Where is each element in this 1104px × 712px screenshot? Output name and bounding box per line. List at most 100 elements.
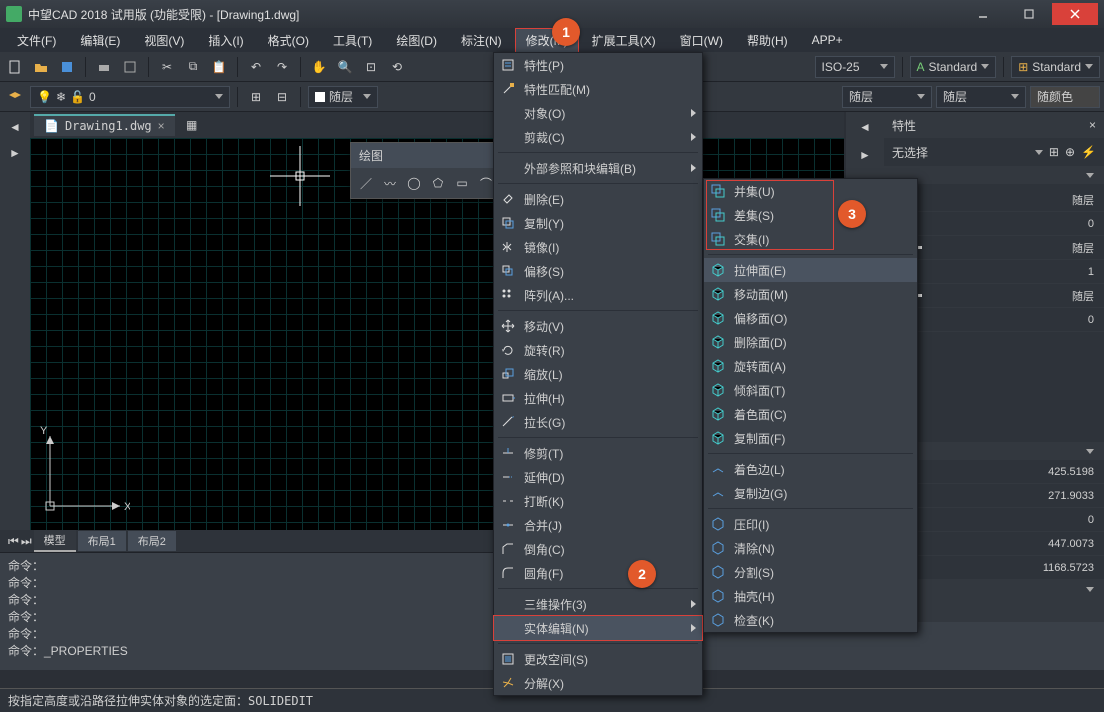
menu-item[interactable]: 差集(S) [704,203,917,227]
menu-item[interactable]: 清除(N) [704,536,917,560]
menu-5[interactable]: 工具(T) [322,28,383,53]
copy-icon[interactable]: ⧉ [182,56,204,78]
menu-item[interactable]: 剪裁(C) [494,125,702,149]
menu-item[interactable]: 实体编辑(N) [494,616,702,640]
pan-left-icon[interactable]: ◄ [854,116,876,138]
new-icon[interactable] [4,56,26,78]
layout-tab-2[interactable]: 布局2 [128,531,176,551]
menu-item[interactable]: 倒角(C) [494,537,702,561]
menu-item[interactable]: 分割(S) [704,560,917,584]
close-tab-icon[interactable]: × [158,119,165,133]
paste-icon[interactable]: 📋 [208,56,230,78]
zoom-icon[interactable]: 🔍 [334,56,356,78]
menu-item[interactable]: 阵列(A)... [494,283,702,307]
pan-right-icon[interactable]: ► [854,144,876,166]
cut-icon[interactable]: ✂ [156,56,178,78]
print-icon[interactable] [93,56,115,78]
layout-tab-0[interactable]: 模型 [34,530,76,552]
quickselect-icon[interactable]: ⊞ [1049,145,1059,159]
layer-tools2-icon[interactable]: ⊟ [271,86,293,108]
arrow-right-icon[interactable]: ► [4,142,26,164]
menu-item[interactable]: 打断(K) [494,489,702,513]
open-icon[interactable] [30,56,52,78]
menu-item[interactable]: 拉长(G) [494,410,702,434]
menu-item[interactable]: 延伸(D) [494,465,702,489]
preview-icon[interactable] [119,56,141,78]
menu-item[interactable]: 复制(Y) [494,211,702,235]
line-icon[interactable]: ／ [355,172,377,194]
new-tab-icon[interactable]: ▦ [181,114,203,136]
menu-item[interactable]: 旋转面(A) [704,354,917,378]
menu-0[interactable]: 文件(F) [6,28,67,53]
panel-close-icon[interactable]: × [1089,118,1096,132]
tab-arrow-left-icon[interactable]: ⏮ [8,534,19,549]
menu-item[interactable]: 分解(X) [494,671,702,695]
menu-item[interactable]: 移动(V) [494,314,702,338]
menu-item[interactable]: 倾斜面(T) [704,378,917,402]
zoom-window-icon[interactable]: ⊡ [360,56,382,78]
layer-icon[interactable] [4,86,26,108]
menu-2[interactable]: 视图(V) [133,28,195,53]
menu-item[interactable]: 旋转(R) [494,338,702,362]
menu-item[interactable]: 交集(I) [704,227,917,251]
menu-item[interactable]: 偏移面(O) [704,306,917,330]
dim-style-combo[interactable]: ISO-25 [815,56,895,78]
pickadd-icon[interactable]: ⊕ [1065,145,1075,159]
menu-item[interactable]: 拉伸(H) [494,386,702,410]
menu-item[interactable]: 修剪(T) [494,441,702,465]
menu-item[interactable]: 特性匹配(M) [494,77,702,101]
polygon-icon[interactable]: ⬠ [427,172,449,194]
menu-item[interactable]: 特性(P) [494,53,702,77]
menu-item[interactable]: 删除(E) [494,187,702,211]
menu-9[interactable]: 扩展工具(X) [581,28,667,53]
selection-combo[interactable]: 无选择 [892,144,1029,161]
redo-icon[interactable]: ↷ [271,56,293,78]
menu-item[interactable]: 复制面(F) [704,426,917,450]
menu-item[interactable]: 并集(U) [704,179,917,203]
chevron-down-icon[interactable] [1035,150,1043,155]
maximize-button[interactable] [1006,3,1052,25]
lightning-icon[interactable]: ⚡ [1081,145,1096,159]
color-combo[interactable]: 随层 [308,86,378,108]
menu-item[interactable]: 镜像(I) [494,235,702,259]
menu-item[interactable]: 压印(I) [704,512,917,536]
minimize-button[interactable] [960,3,1006,25]
undo-icon[interactable]: ↶ [245,56,267,78]
menu-item[interactable]: 着色面(C) [704,402,917,426]
save-icon[interactable] [56,56,78,78]
menu-item[interactable]: 更改空间(S) [494,647,702,671]
lineweight-combo[interactable]: 随层 [936,86,1026,108]
draw-toolbar-title[interactable]: 绘图 [351,143,509,168]
pan-icon[interactable]: ✋ [308,56,330,78]
zoom-prev-icon[interactable]: ⟲ [386,56,408,78]
draw-toolbar[interactable]: 绘图 ／ 〰 ◯ ⬠ ▭ ⌒ [350,142,510,199]
menu-4[interactable]: 格式(O) [257,28,320,53]
text-style-combo[interactable]: AStandard [910,56,997,78]
menu-item[interactable]: 抽壳(H) [704,584,917,608]
menu-6[interactable]: 绘图(D) [385,28,448,53]
layer-tools-icon[interactable]: ⊞ [245,86,267,108]
polyline-icon[interactable]: 〰 [379,172,401,194]
menu-7[interactable]: 标注(N) [450,28,513,53]
circle-icon[interactable]: ◯ [403,172,425,194]
rect-icon[interactable]: ▭ [451,172,473,194]
menu-item[interactable]: 删除面(D) [704,330,917,354]
menu-item[interactable]: 对象(O) [494,101,702,125]
arrow-left-icon[interactable]: ◄ [4,116,26,138]
menu-item[interactable]: 外部参照和块编辑(B) [494,156,702,180]
linetype-combo[interactable]: 随层 [842,86,932,108]
menu-item[interactable]: 移动面(M) [704,282,917,306]
menu-item[interactable]: 合并(J) [494,513,702,537]
menu-item[interactable]: 圆角(F) [494,561,702,585]
table-style-combo[interactable]: ⊞Standard [1011,56,1100,78]
menu-item[interactable]: 复制边(G) [704,481,917,505]
document-tab[interactable]: 📄 Drawing1.dwg × [34,114,175,136]
close-button[interactable] [1052,3,1098,25]
menu-item[interactable]: 偏移(S) [494,259,702,283]
menu-12[interactable]: APP+ [801,29,854,51]
menu-item[interactable]: 检查(K) [704,608,917,632]
layer-combo[interactable]: 💡❄🔓0 [30,86,230,108]
layout-tab-1[interactable]: 布局1 [78,531,126,551]
plotstyle-combo[interactable]: 随颜色 [1030,86,1100,108]
menu-item[interactable]: 着色边(L) [704,457,917,481]
